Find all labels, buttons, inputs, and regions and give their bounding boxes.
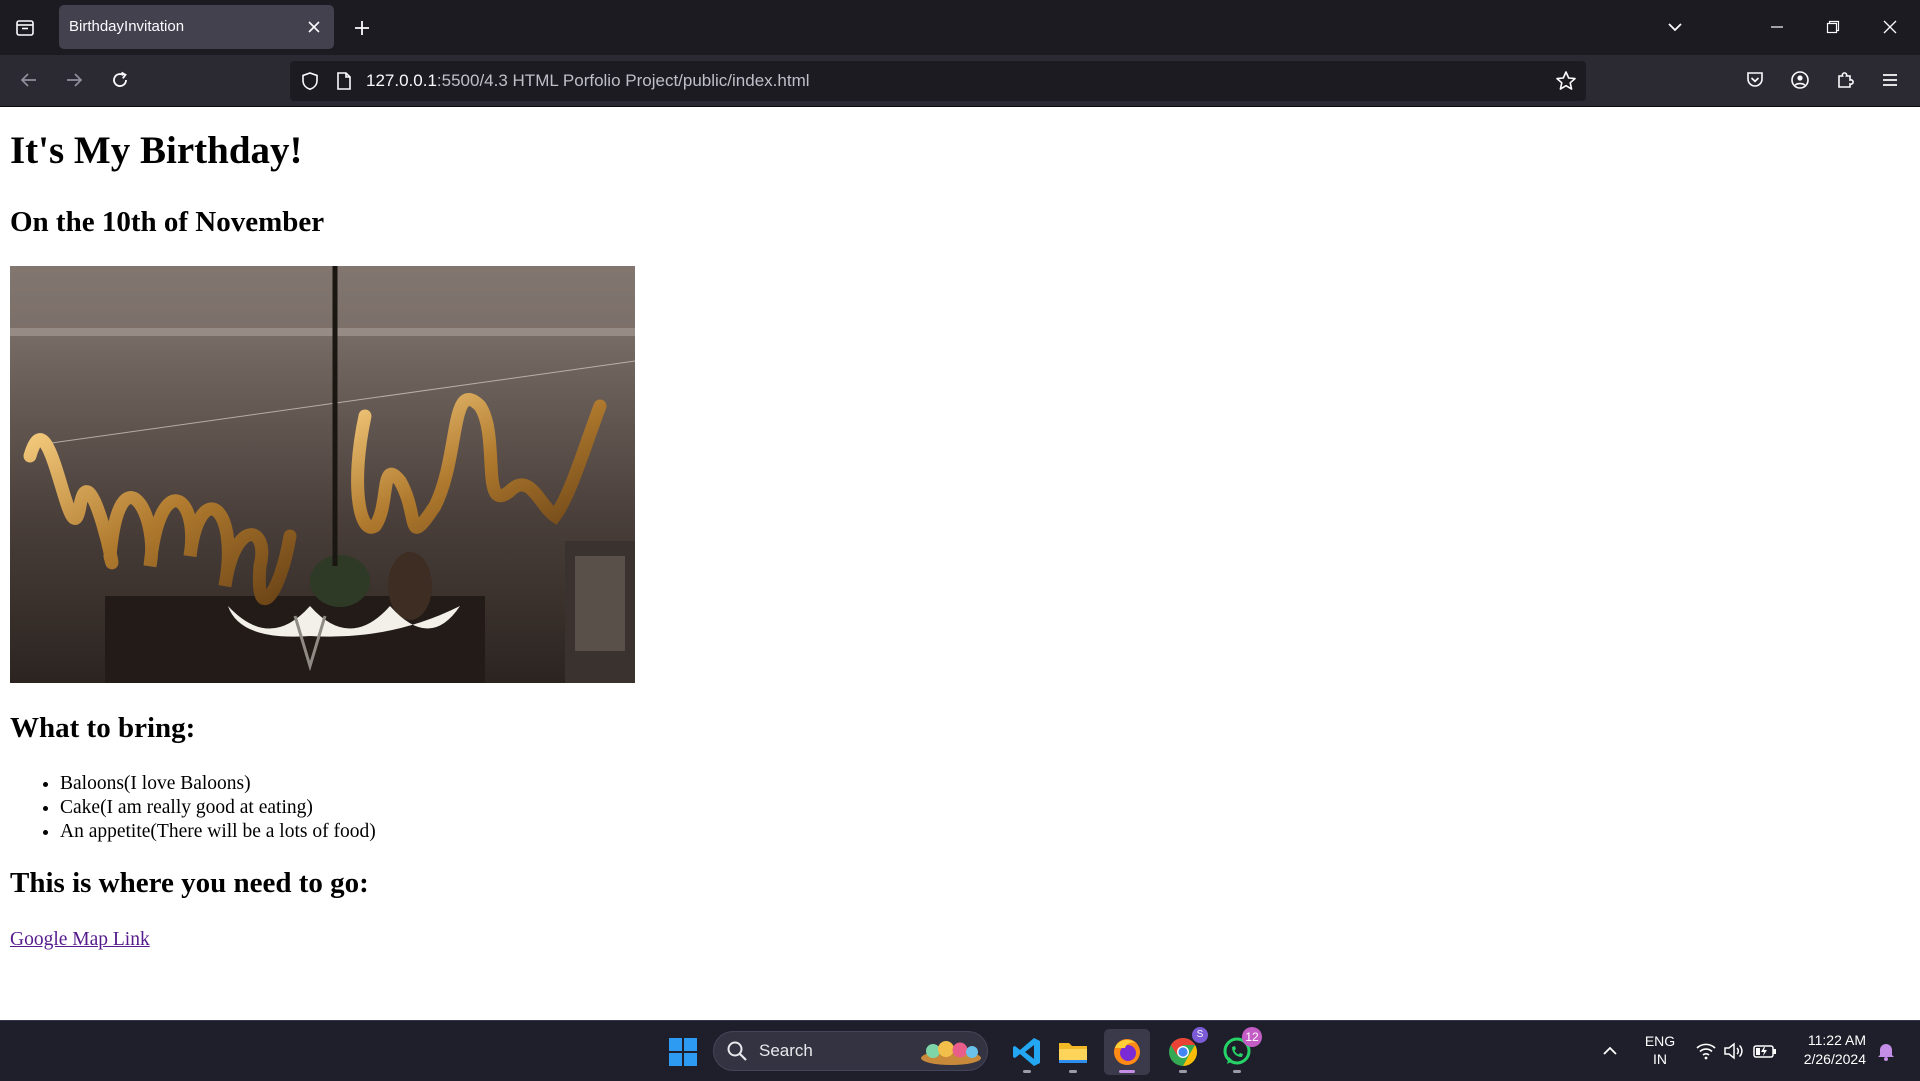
reload-icon[interactable] [103, 63, 137, 97]
input-language-indicator[interactable]: ENG IN [1642, 1032, 1678, 1068]
file-explorer-icon[interactable] [1050, 1029, 1096, 1075]
windows-start-icon[interactable] [660, 1029, 706, 1075]
pocket-icon[interactable] [1738, 63, 1772, 97]
taskbar: Search S 12 ENG IN 11:22 AM 2/26/2024 [0, 1020, 1920, 1081]
chrome-icon[interactable]: S [1160, 1027, 1208, 1075]
new-tab-icon[interactable] [345, 11, 379, 45]
taskbar-search-box[interactable]: Search [713, 1031, 988, 1071]
firefox-view-icon[interactable] [8, 11, 42, 45]
page-info-icon[interactable] [332, 69, 356, 93]
url-text[interactable]: 127.0.0.1:5500/4.3 HTML Porfolio Project… [366, 61, 810, 101]
url-host: 127.0.0.1 [366, 71, 437, 90]
forward-arrow-icon[interactable] [57, 63, 91, 97]
battery-charging-icon[interactable] [1752, 1039, 1778, 1063]
list-item: An appetite(There will be a lots of food… [60, 820, 376, 844]
web-page-content: It's My Birthday! On the 10th of Novembe… [0, 107, 1920, 1020]
volume-icon[interactable] [1722, 1039, 1746, 1063]
vscode-icon[interactable] [1004, 1029, 1050, 1075]
app-running-indicator [1023, 1070, 1031, 1073]
chevron-down-icon[interactable] [1658, 10, 1692, 44]
extensions-puzzle-icon[interactable] [1828, 63, 1862, 97]
show-hidden-icons-chevron-up-icon[interactable] [1598, 1039, 1622, 1063]
app-running-indicator [1179, 1070, 1187, 1073]
search-icon [727, 1041, 747, 1061]
date-subtitle: On the 10th of November [10, 206, 325, 238]
tab-strip: BirthdayInvitation [0, 0, 1920, 55]
wifi-icon[interactable] [1694, 1039, 1718, 1063]
navigation-toolbar: 127.0.0.1:5500/4.3 HTML Porfolio Project… [0, 55, 1920, 107]
language-code: ENG [1644, 1033, 1676, 1049]
list-item: Cake(I am really good at eating) [60, 796, 376, 820]
bookmark-star-icon[interactable] [1554, 69, 1578, 93]
clock-date: 2/26/2024 [1803, 1051, 1866, 1067]
app-running-indicator [1069, 1070, 1077, 1073]
taskbar-clock[interactable]: 11:22 AM 2/26/2024 [1786, 1031, 1866, 1069]
address-bar[interactable]: 127.0.0.1:5500/4.3 HTML Porfolio Project… [290, 61, 1586, 101]
close-tab-icon[interactable] [303, 16, 325, 38]
language-region: IN [1653, 1051, 1667, 1067]
happy-bday-balloons-photo [10, 266, 635, 683]
where-to-go-heading: This is where you need to go: [10, 867, 369, 899]
page-title: It's My Birthday! [10, 129, 303, 172]
minimize-icon[interactable] [1760, 10, 1794, 44]
app-running-indicator [1233, 1070, 1241, 1073]
search-label: Search [759, 1041, 813, 1060]
restore-icon[interactable] [1816, 10, 1850, 44]
chrome-profile-badge: S [1192, 1027, 1208, 1043]
search-highlight-icon [921, 1041, 981, 1065]
back-arrow-icon[interactable] [12, 63, 46, 97]
url-path: :5500/4.3 HTML Porfolio Project/public/i… [436, 71, 810, 90]
app-active-indicator [1119, 1070, 1135, 1073]
hamburger-menu-icon[interactable] [1873, 63, 1907, 97]
tab-title: BirthdayInvitation [69, 18, 185, 35]
window-close-icon[interactable] [1873, 10, 1907, 44]
active-tab[interactable]: BirthdayInvitation [59, 5, 334, 49]
whatsapp-icon[interactable]: 12 [1214, 1027, 1262, 1075]
bring-list: Baloons(I love Baloons) Cake(I am really… [10, 772, 376, 844]
google-map-link[interactable]: Google Map Link [10, 929, 150, 951]
account-icon[interactable] [1783, 63, 1817, 97]
list-item: Baloons(I love Baloons) [60, 772, 376, 796]
firefox-icon[interactable] [1104, 1029, 1150, 1075]
clock-time: 11:22 AM [1807, 1032, 1866, 1048]
notification-bell-icon[interactable] [1874, 1039, 1898, 1063]
whatsapp-notification-badge: 12 [1242, 1027, 1262, 1047]
tracking-protection-shield-icon[interactable] [298, 69, 322, 93]
what-to-bring-heading: What to bring: [10, 712, 196, 744]
